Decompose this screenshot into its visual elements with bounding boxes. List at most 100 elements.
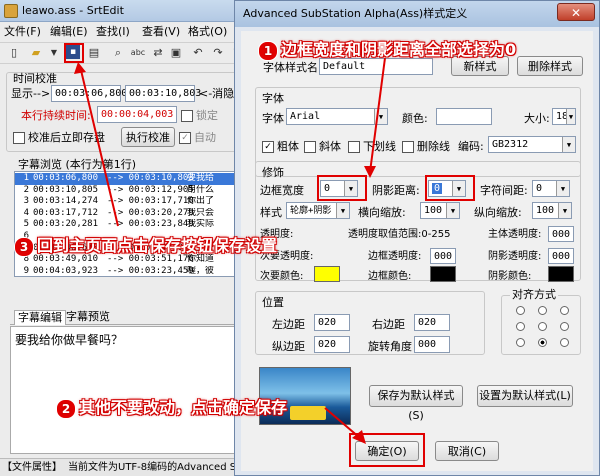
tab-subtitle-edit[interactable]: 字幕编辑 (14, 310, 66, 325)
font-color-swatch[interactable] (436, 108, 492, 125)
save-after-check-box[interactable] (13, 132, 25, 144)
bold-checkbox-box[interactable]: ✓ (262, 141, 274, 153)
underline-checkbox-box[interactable] (348, 141, 360, 153)
set-default-style-button[interactable]: 设置为默认样式(L) (477, 385, 573, 407)
auto-checkbox[interactable]: ✓ 自动 (179, 131, 216, 145)
char-spacing-dropdown-icon[interactable]: ▼ (556, 181, 569, 196)
primary-alpha-field[interactable]: 000 (548, 226, 574, 242)
strike-checkbox-box[interactable] (402, 141, 414, 153)
encoding-dropdown-icon[interactable]: ▼ (562, 137, 575, 152)
primary-alpha-label: 主体透明度: (488, 229, 542, 240)
border-alpha-field[interactable]: 000 (430, 248, 456, 264)
start-time-field[interactable]: 00:03:06,800 (51, 85, 127, 102)
align-middle-left-radio[interactable] (516, 322, 525, 331)
menu-edit[interactable]: 编辑(E) (50, 25, 88, 39)
hscale-dropdown-icon[interactable]: ▼ (446, 203, 459, 218)
close-button[interactable]: ✕ (557, 3, 595, 21)
italic-label: 斜体 (319, 140, 341, 153)
preview-icon[interactable]: ▣ (168, 45, 184, 61)
border-color-swatch[interactable] (430, 266, 456, 282)
style-name-select[interactable]: Default (319, 58, 433, 75)
subtitle-edit-text: 要我给你做早餐吗？ (15, 333, 124, 347)
align-bottom-right-radio[interactable] (560, 338, 569, 347)
size-select[interactable]: 18 ▼ (552, 108, 576, 125)
hscale-label: 横向缩放: (358, 206, 406, 219)
delete-style-button[interactable]: 删除样式 (517, 56, 583, 76)
undo-icon[interactable]: ↶ (190, 45, 206, 61)
hscale-select[interactable]: 100 ▼ (420, 202, 460, 219)
align-middle-center-radio[interactable] (538, 322, 547, 331)
align-bottom-left-radio[interactable] (516, 338, 525, 347)
spellcheck-icon[interactable]: abc (130, 45, 146, 61)
char-spacing-select[interactable]: 0 ▼ (532, 180, 570, 197)
align-bottom-center-radio[interactable] (538, 338, 547, 347)
rotation-field[interactable]: 000 (414, 336, 450, 353)
font-dropdown-icon[interactable]: ▼ (374, 109, 387, 124)
save-default-style-button[interactable]: 保存为默认样式(S) (369, 385, 463, 422)
left-margin-field[interactable]: 020 (314, 314, 350, 331)
subtitle-edit-box[interactable]: 要我给你做早餐吗？ (10, 326, 246, 454)
font-select[interactable]: Arial ▼ (286, 108, 388, 125)
hscale-value: 100 (424, 205, 443, 216)
size-dropdown-icon[interactable]: ▼ (566, 109, 575, 124)
italic-checkbox-box[interactable] (304, 141, 316, 153)
subtitle-row-number: 2 (23, 184, 29, 195)
vertical-margin-field[interactable]: 020 (314, 336, 350, 353)
subtitle-row-end: --> 00:03:12,905 (107, 184, 194, 195)
app-icon (4, 4, 18, 18)
style-select[interactable]: 轮廓+阴影 ▼ (286, 202, 350, 219)
binoculars-icon[interactable]: ⌕ (110, 45, 126, 61)
cancel-hint: <-消隐 (199, 87, 235, 100)
new-file-icon[interactable]: ▯ (6, 45, 22, 61)
underline-checkbox[interactable]: 下划线 (348, 140, 396, 154)
italic-checkbox[interactable]: 斜体 (304, 140, 341, 154)
secondary-color-swatch[interactable] (314, 266, 340, 282)
subtitle-row[interactable]: 1 00:03:06,800 --> 00:03:10,803要我给 (15, 173, 243, 185)
strike-checkbox[interactable]: 删除线 (402, 140, 450, 154)
dropdown-arrow-icon[interactable]: ▼ (46, 45, 62, 61)
lock-checkbox[interactable]: 锁定 (181, 109, 218, 123)
lock-checkbox-box[interactable] (181, 110, 193, 122)
align-top-left-radio[interactable] (516, 306, 525, 315)
menu-file[interactable]: 文件(F) (4, 25, 41, 39)
annotation-step1: 1 边框宽度和阴影距离全部选择为0 (258, 36, 516, 61)
subtitle-row-start: 00:04:03,923 (33, 265, 99, 276)
align-middle-right-radio[interactable] (560, 322, 569, 331)
bold-checkbox[interactable]: ✓ 粗体 (262, 140, 299, 154)
undo-list-icon[interactable]: ▤ (86, 45, 102, 61)
subtitle-row[interactable]: 2 00:03:10,805 --> 00:03:12,905用什么 (15, 185, 243, 197)
subtitle-list[interactable]: 1 00:03:06,800 --> 00:03:10,803要我给 2 00:03:… (14, 171, 244, 277)
align-top-right-radio[interactable] (560, 306, 569, 315)
end-time-field[interactable]: 00:03:10,803 (125, 85, 201, 102)
save-after-check-label: 校准后立即存盘 (28, 131, 105, 144)
encoding-select[interactable]: GB2312 ▼ (488, 136, 576, 153)
align-top-center-radio[interactable] (538, 306, 547, 315)
auto-checkbox-box[interactable]: ✓ (179, 132, 191, 144)
style-dropdown-icon[interactable]: ▼ (336, 203, 349, 218)
replace-icon[interactable]: ⇄ (150, 45, 166, 61)
shadow-color-swatch[interactable] (548, 266, 574, 282)
right-margin-field[interactable]: 020 (414, 314, 450, 331)
shadow-alpha-field[interactable]: 000 (548, 248, 574, 264)
menu-format[interactable]: 格式(O) (188, 25, 227, 39)
vscale-dropdown-icon[interactable]: ▼ (558, 203, 571, 218)
subtitle-row[interactable]: 3 00:03:14,274 --> 00:03:17,710你出了 (15, 196, 243, 208)
tab-subtitle-preview[interactable]: 字幕预览 (66, 310, 110, 324)
subtitle-row-start: 00:03:14,274 (33, 196, 99, 207)
redo-icon[interactable]: ↷ (210, 45, 226, 61)
dialog-title-bar: Advanced SubStation Alpha(Ass)样式定义 ✕ (235, 1, 599, 27)
ok-button-highlight (349, 433, 425, 467)
vscale-select[interactable]: 100 ▼ (532, 202, 572, 219)
menu-find[interactable]: 查找(I) (96, 25, 130, 39)
cancel-button[interactable]: 取消(C) (435, 441, 499, 461)
subtitle-row[interactable]: 4 00:03:17,712 --> 00:03:20,279我只会 (15, 208, 243, 220)
open-folder-icon[interactable]: ▰ (28, 45, 44, 61)
encoding-value: GB2312 (492, 139, 529, 150)
subtitle-row[interactable]: 5 00:03:20,281 --> 00:03:23,849我实际 (15, 219, 243, 231)
font-value: Arial (290, 111, 321, 122)
subtitle-row-text: 你出了 (187, 196, 215, 207)
run-calibration-button[interactable]: 执行校准 (121, 127, 175, 147)
save-after-check[interactable]: 校准后立即存盘 (13, 131, 105, 145)
menu-view[interactable]: 查看(V) (142, 25, 180, 39)
subtitle-row[interactable]: 9 00:04:03,923 --> 00:03:23,459喔，彼 (15, 266, 243, 278)
